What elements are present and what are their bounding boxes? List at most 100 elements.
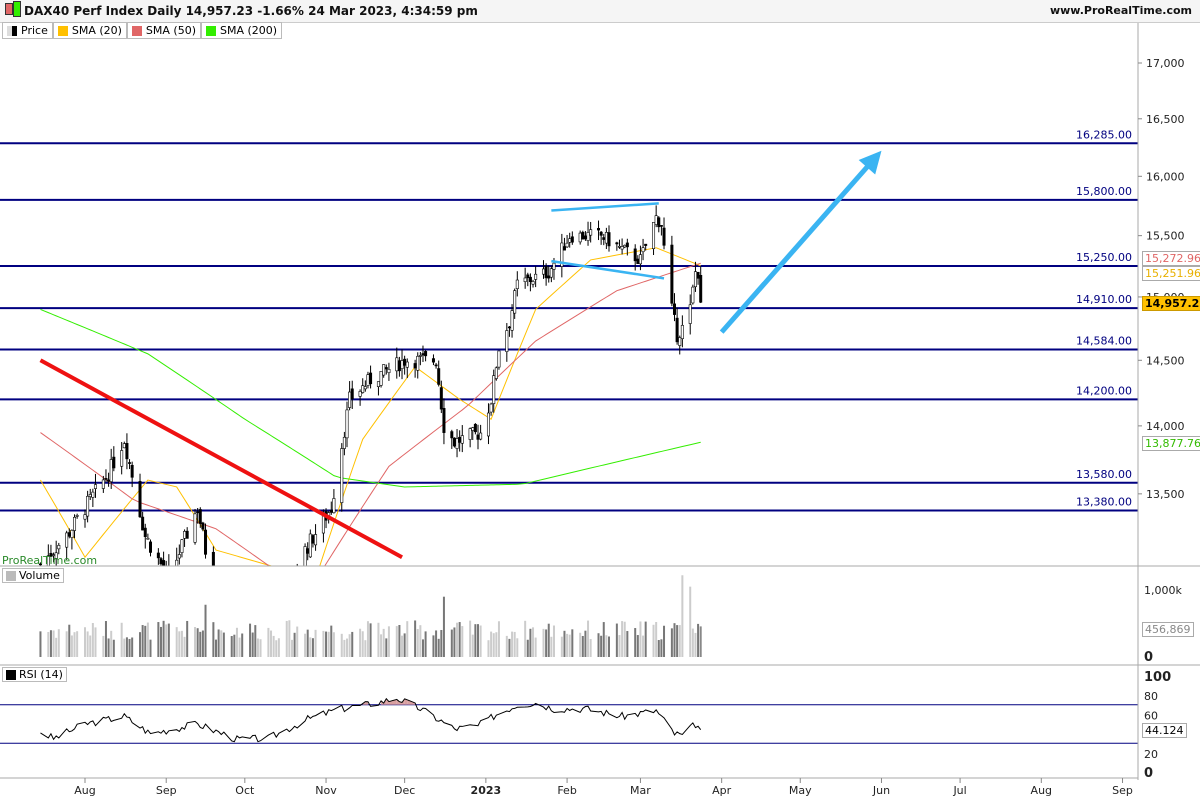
candle-body	[678, 337, 682, 346]
candle-body	[288, 580, 290, 603]
rsi-last-value: 44.124	[1142, 723, 1187, 738]
volume-bar	[249, 623, 252, 657]
volume-bar	[589, 639, 592, 657]
volume-bar	[217, 629, 220, 657]
volume-bar	[579, 632, 582, 657]
candle-body	[623, 244, 627, 248]
volume-bar	[304, 633, 307, 657]
downtrend-trendline	[39, 358, 403, 559]
level-label: 13,580.00	[1076, 468, 1132, 481]
volume-bar	[86, 631, 89, 657]
candle-body	[460, 435, 464, 444]
candle-body	[83, 514, 87, 520]
candle-body	[350, 388, 354, 399]
volume-bar	[419, 625, 422, 657]
volume-bar	[146, 622, 149, 657]
candle-body	[479, 432, 483, 440]
time-tick-label: Sep	[1112, 784, 1133, 797]
candle-body	[416, 355, 420, 371]
volume-bar	[689, 586, 692, 657]
volume-bar	[241, 633, 244, 657]
candle-body	[489, 403, 493, 413]
volume-bar	[453, 627, 456, 657]
candle-body	[198, 509, 202, 524]
volume-bar	[605, 635, 608, 657]
candle-body	[547, 275, 551, 279]
volume-bar	[259, 639, 262, 657]
candle-body	[329, 509, 333, 513]
candle-body	[583, 235, 587, 240]
volume-bar	[351, 631, 354, 657]
time-tick-label: Jun	[872, 784, 890, 797]
volume-bar	[157, 622, 160, 657]
volume-bar	[497, 621, 500, 657]
volume-bar	[325, 631, 328, 657]
candle-body	[450, 431, 454, 439]
rsi-overbought-fill	[396, 699, 400, 705]
legend-price[interactable]: Price	[2, 22, 53, 39]
volume-bar	[398, 625, 401, 657]
candle-body	[324, 511, 328, 521]
volume-bar	[167, 623, 170, 657]
candle-body	[471, 427, 475, 431]
volume-bar	[636, 635, 639, 657]
legend-label: Price	[21, 24, 48, 37]
legend-sma200[interactable]: SMA (200)	[201, 22, 283, 39]
site-link[interactable]: www.ProRealTime.com	[1050, 4, 1192, 17]
volume-bar	[657, 640, 660, 657]
sma20-line	[40, 247, 701, 566]
volume-bar	[290, 639, 293, 657]
legend-sma50[interactable]: SMA (50)	[126, 22, 201, 39]
candle-body	[259, 648, 261, 655]
volume-bar	[125, 637, 128, 657]
level-label: 15,800.00	[1076, 185, 1132, 198]
volume-bar	[626, 631, 629, 657]
candle-body	[348, 391, 352, 408]
candle-body	[541, 268, 545, 275]
volume-bar	[285, 620, 288, 657]
rsi-tick-label: 60	[1144, 709, 1158, 722]
candle-body	[168, 567, 170, 572]
volume-bar	[435, 630, 438, 657]
level-label: 14,200.00	[1076, 384, 1132, 397]
volume-bar	[183, 636, 186, 657]
candle-body	[180, 539, 184, 553]
candle-body	[376, 381, 380, 387]
volume-bar	[697, 623, 700, 657]
candle-body	[238, 638, 240, 640]
candle-body	[141, 516, 145, 531]
candle-body	[636, 258, 640, 264]
volume-bar	[123, 638, 126, 657]
volume-bar	[215, 639, 217, 657]
legend-sma20[interactable]: SMA (20)	[52, 22, 127, 39]
candle-body	[675, 317, 679, 343]
candle-body	[272, 627, 274, 631]
price-chart[interactable]: 16,285.00 15,800.00 15,250.00 14,910.00 14,5…	[0, 0, 1200, 800]
candle-body	[620, 246, 624, 250]
candle-body	[434, 364, 438, 367]
volume-bar	[471, 634, 474, 657]
volume-bar	[180, 630, 183, 657]
price-tick-label: 14,000	[1146, 420, 1185, 433]
candle-body	[424, 351, 428, 357]
candle-body	[130, 464, 134, 478]
arrow-head-icon	[858, 150, 882, 175]
candle-body	[397, 360, 401, 372]
candle-body	[257, 654, 259, 676]
volume-bar	[387, 626, 390, 657]
volume-bar	[566, 633, 569, 657]
volume-bar	[608, 636, 610, 657]
candle-body	[589, 229, 593, 236]
candle-body	[293, 573, 295, 577]
candle-body	[138, 481, 142, 518]
candle-body	[617, 245, 621, 248]
volume-bar	[395, 626, 398, 657]
volume-tick-label: 0	[1144, 650, 1153, 665]
candle-body	[468, 428, 472, 440]
volume-bar	[84, 627, 86, 657]
volume-bar	[516, 638, 519, 657]
volume-bar	[309, 637, 312, 657]
volume-bar	[94, 627, 97, 657]
volume-bar	[235, 627, 238, 657]
volume-bar	[513, 631, 516, 657]
